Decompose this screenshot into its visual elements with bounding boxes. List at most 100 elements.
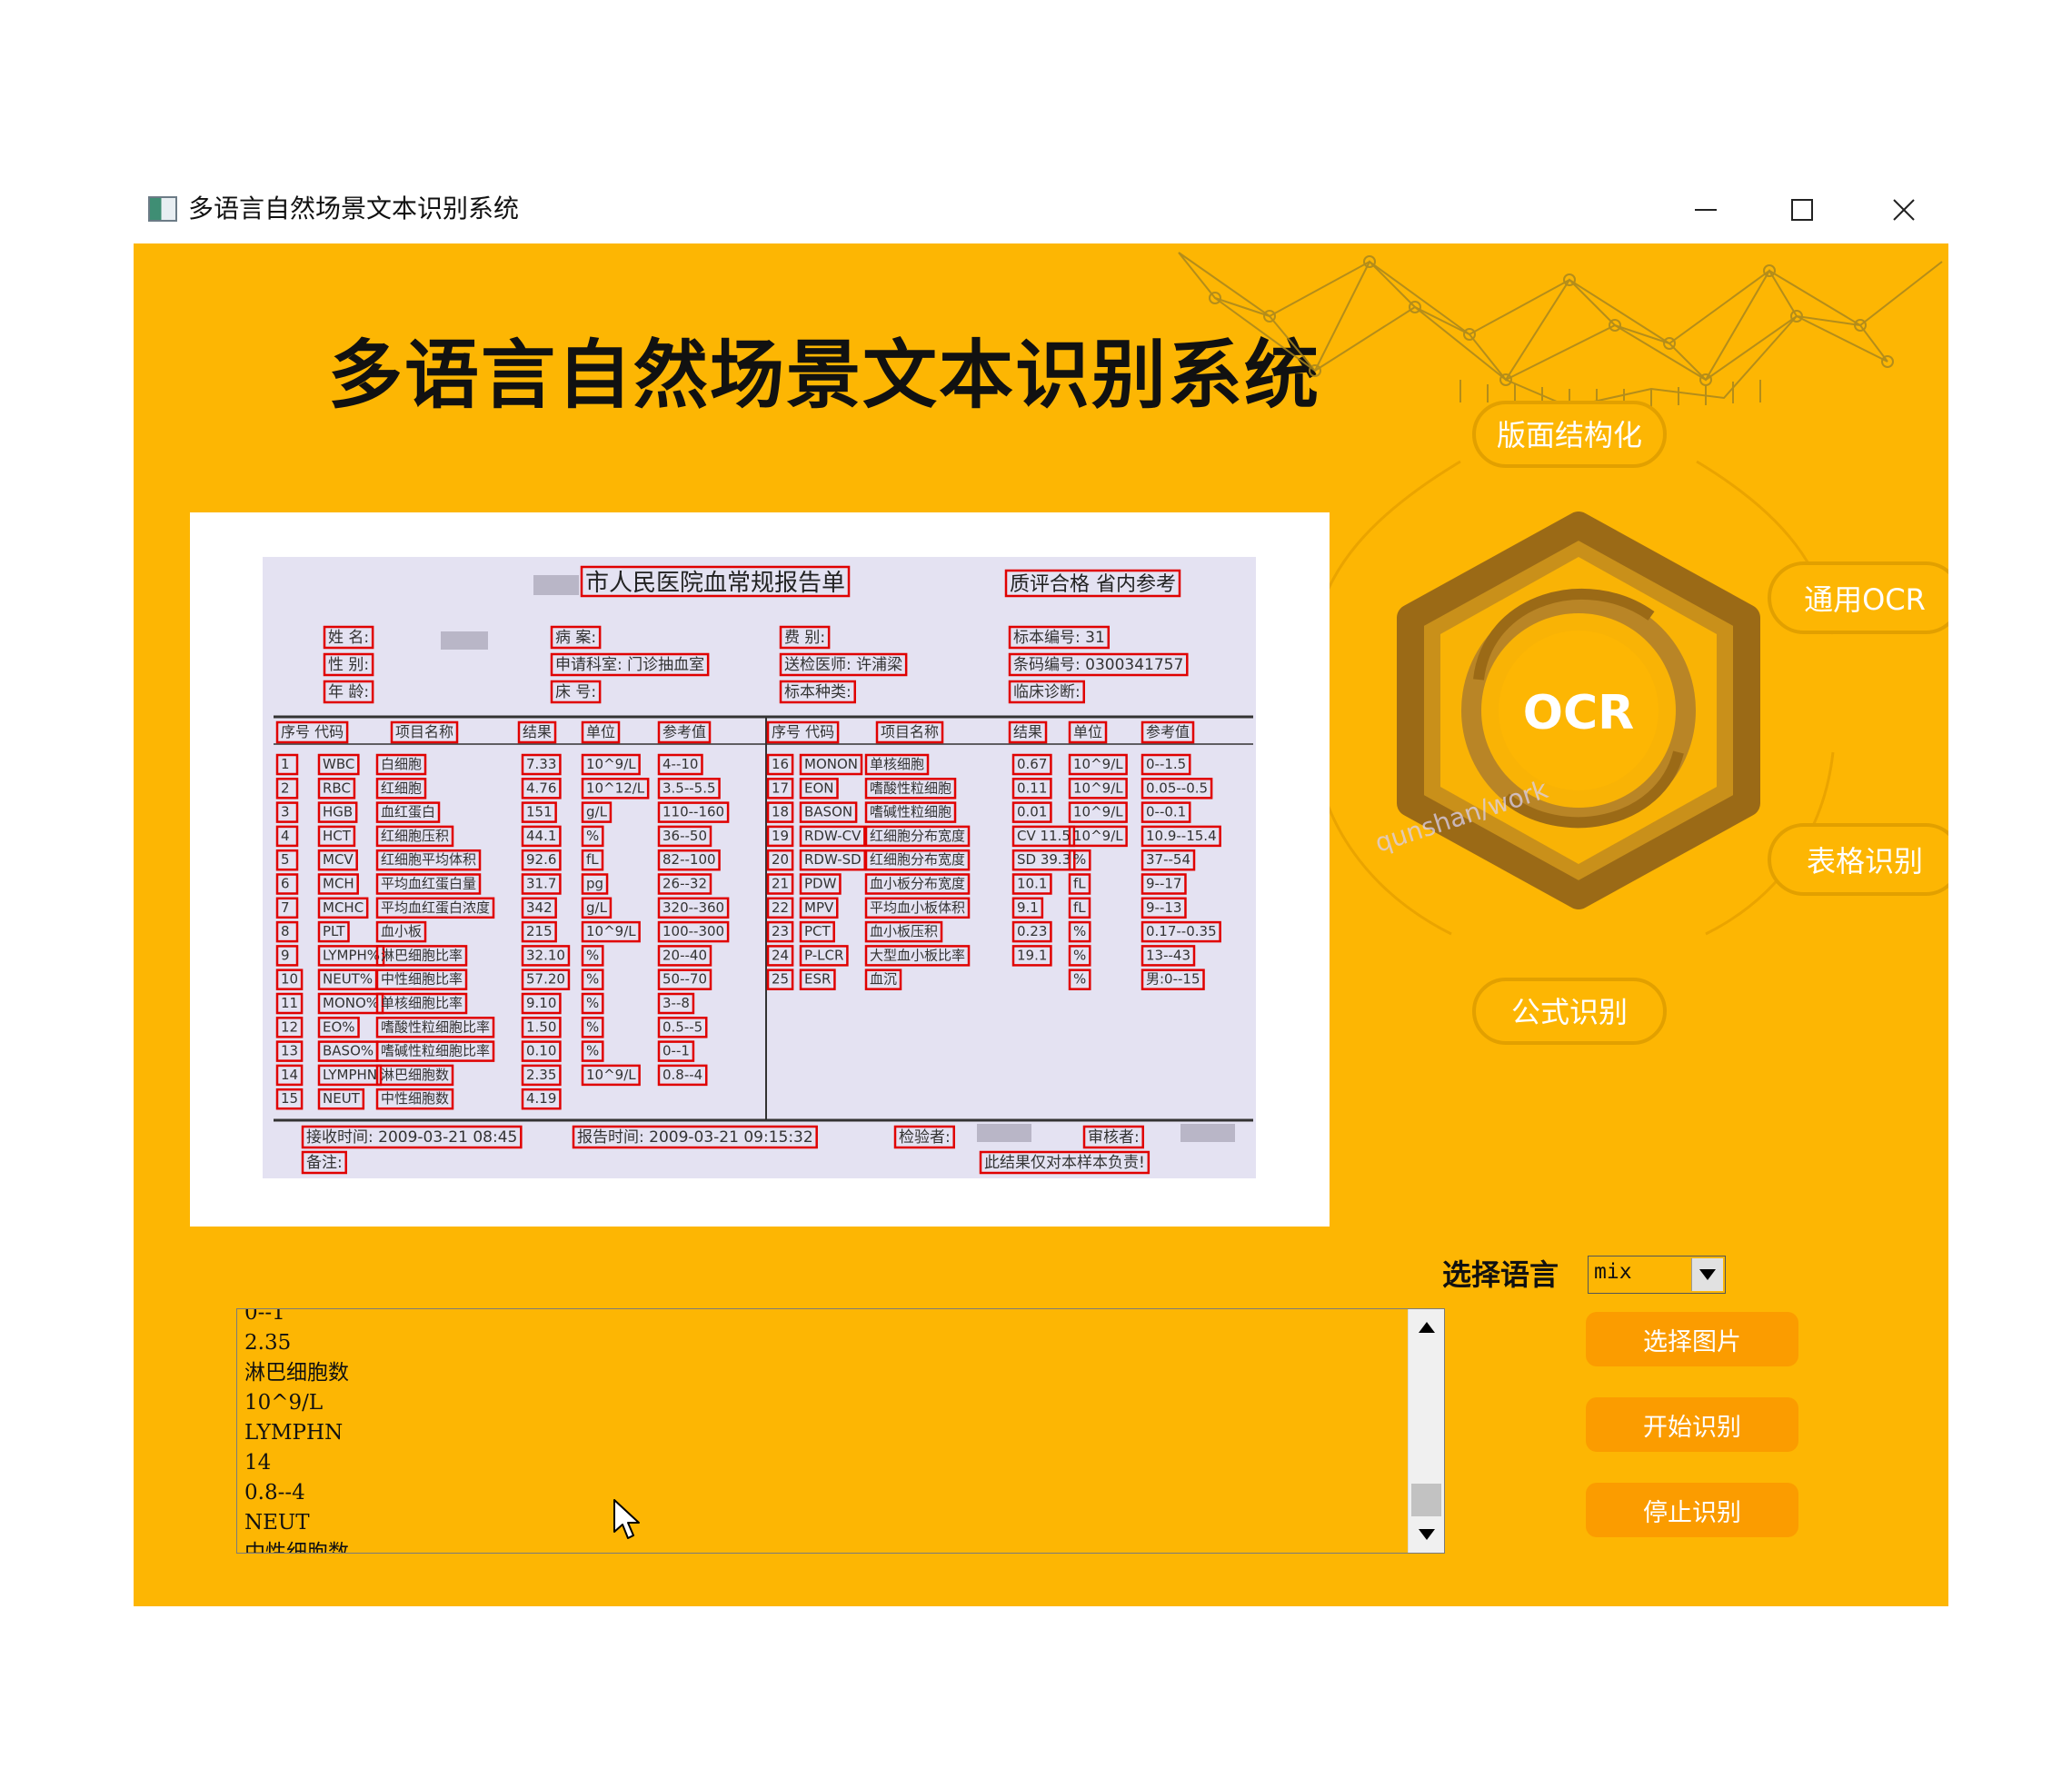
left-row-cell-text: HCT <box>323 828 352 844</box>
left-row-cell-text: 0.8--4 <box>662 1067 702 1083</box>
left-row-cell: 平均血红蛋白浓度 <box>375 897 495 919</box>
right-row-cell: 10.9--15.4 <box>1141 825 1221 848</box>
redacted-block <box>977 1124 1031 1142</box>
report-footer: 接收时间: 2009-03-21 08:45 <box>301 1125 523 1149</box>
left-row-cell: LYMPH% <box>317 945 385 967</box>
result-line: 0--1 <box>244 1308 285 1325</box>
right-row-cell-text: MONON <box>804 756 858 772</box>
left-row-cell-text: 82--100 <box>662 851 716 868</box>
left-row-cell: 9.10 <box>521 992 562 1015</box>
left-row-cell: 100--300 <box>657 920 730 943</box>
right-row-cell-text: % <box>1073 851 1086 868</box>
left-row-cell-text: 32.10 <box>526 947 565 963</box>
right-row-cell: 血沉 <box>864 968 902 990</box>
right-row-cell: 嗜酸性粒细胞 <box>864 778 957 800</box>
left-row-cell-text: 3--8 <box>662 995 690 1011</box>
left-row-cell-text: 6 <box>281 876 290 892</box>
right-row-cell-text: % <box>1073 971 1086 988</box>
left-row-cell: % <box>581 968 604 990</box>
right-row-cell-text: 37--54 <box>1146 851 1190 868</box>
language-select[interactable]: mix <box>1588 1256 1726 1294</box>
left-row-cell: 4 <box>275 825 299 848</box>
left-row-cell: % <box>581 945 604 967</box>
title-bar[interactable]: 多语言自然场景文本识别系统 <box>134 180 1948 243</box>
left-row-cell: 1.50 <box>521 1017 562 1038</box>
report-quality-text: 质评合格 省内参考 <box>1010 573 1176 596</box>
start-recognition-button[interactable]: 开始识别 <box>1586 1397 1798 1452</box>
report-field: 性 别: <box>323 652 374 677</box>
left-row-cell-text: 36--50 <box>662 828 707 844</box>
result-line: 2.35 <box>244 1331 292 1355</box>
right-row-cell: 红细胞分布宽度 <box>864 825 971 848</box>
left-row-cell-text: % <box>586 1018 599 1035</box>
left-column-header-text: 项目名称 <box>395 723 453 740</box>
left-row-cell: 红细胞压积 <box>375 825 454 848</box>
right-row-cell: MONON <box>799 753 863 776</box>
scroll-thumb[interactable] <box>1411 1484 1441 1516</box>
left-row-cell: NEUT <box>317 1088 365 1110</box>
left-row-cell: 0.5--5 <box>657 1017 708 1038</box>
right-row-cell-text: 血小板压积 <box>870 923 938 939</box>
report-field: 标本种类: <box>779 680 856 704</box>
result-textarea[interactable]: 0--1 2.35 淋巴细胞数 10^9/L LYMPHN 14 0.8--4 NEUT 中性细… <box>236 1308 1445 1554</box>
right-row-cell: 22 <box>766 897 794 919</box>
report-title-text: 市人民医院血常规报告单 <box>585 570 845 597</box>
report-field-text: 费 别: <box>784 629 825 647</box>
left-row-cell-text: 12 <box>281 1018 298 1035</box>
close-icon <box>1893 199 1915 221</box>
right-row-cell-text: 9--17 <box>1146 876 1181 892</box>
result-line: 中性细胞数 <box>244 1541 349 1554</box>
left-row-cell: 红细胞平均体积 <box>375 849 482 871</box>
feature-general-ocr: 通用OCR <box>1768 561 1948 634</box>
report-field-text: 标本编号: 31 <box>1013 629 1105 647</box>
left-row-cell-text: 4.19 <box>526 1090 556 1107</box>
result-line: NEUT <box>244 1511 310 1535</box>
left-row-cell-text: fL <box>586 851 599 868</box>
left-row-cell-text: NEUT% <box>323 971 373 988</box>
minimize-button[interactable] <box>1660 180 1751 240</box>
left-row-cell: 12 <box>275 1017 304 1038</box>
lab-report-image: 市人民医院血常规报告单 质评合格 省内参考姓 名: 病 案: 费 别: 标本编号: 31… <box>263 557 1256 1178</box>
dropdown-button[interactable] <box>1691 1258 1723 1291</box>
left-row-cell: 中性细胞比率 <box>375 968 468 990</box>
left-row-cell-text: 10 <box>281 971 298 988</box>
right-row-cell-text: PDW <box>804 876 837 892</box>
left-row-cell-text: 2 <box>281 780 290 796</box>
close-button[interactable] <box>1858 180 1949 240</box>
feature-label-layout: 版面结构化 <box>1497 418 1642 452</box>
left-row-cell: MONO% <box>317 992 384 1015</box>
left-row-cell: 红细胞 <box>375 778 427 800</box>
left-row-cell-text: 7.33 <box>526 756 556 772</box>
right-row-cell-text: 10^9/L <box>1073 780 1123 796</box>
right-column-header-text: 参考值 <box>1146 723 1190 740</box>
right-row-cell-text: % <box>1073 947 1086 963</box>
left-row-cell: 215 <box>521 920 557 943</box>
left-row-cell-text: 红细胞平均体积 <box>381 851 476 868</box>
report-footer: 报告时间: 2009-03-21 09:15:32 <box>572 1125 818 1149</box>
right-row-cell: 24 <box>766 945 794 967</box>
left-row-cell: 血小板 <box>375 920 427 943</box>
report-field-text: 条码编号: 0300341757 <box>1013 656 1183 674</box>
report-field-text: 性 别: <box>328 656 369 674</box>
left-row-cell-text: 9.10 <box>526 995 556 1011</box>
left-row-cell: BASO% <box>317 1040 379 1062</box>
right-row-cell: 0.05--0.5 <box>1141 778 1213 800</box>
scroll-up-button[interactable] <box>1409 1311 1444 1344</box>
maximize-button[interactable] <box>1757 180 1848 240</box>
right-row-cell: 16 <box>766 753 794 776</box>
left-row-cell: 8 <box>275 920 299 943</box>
left-column-header: 项目名称 <box>390 720 459 744</box>
result-scrollbar[interactable] <box>1408 1309 1444 1553</box>
left-row-cell: % <box>581 825 604 848</box>
stop-recognition-button[interactable]: 停止识别 <box>1586 1483 1798 1537</box>
ocr-center-label: OCR <box>1523 686 1634 740</box>
report-field: 床 号: <box>550 680 602 704</box>
select-image-button[interactable]: 选择图片 <box>1586 1312 1798 1366</box>
left-row-cell: 中性细胞数 <box>375 1088 454 1110</box>
left-column-header: 单位 <box>581 720 621 744</box>
right-row-cell-text: 0.67 <box>1017 756 1047 772</box>
scroll-down-button[interactable] <box>1409 1518 1444 1551</box>
maximize-icon <box>1791 199 1813 221</box>
left-row-cell-text: g/L <box>586 804 608 820</box>
left-row-cell: 平均血红蛋白量 <box>375 873 482 895</box>
